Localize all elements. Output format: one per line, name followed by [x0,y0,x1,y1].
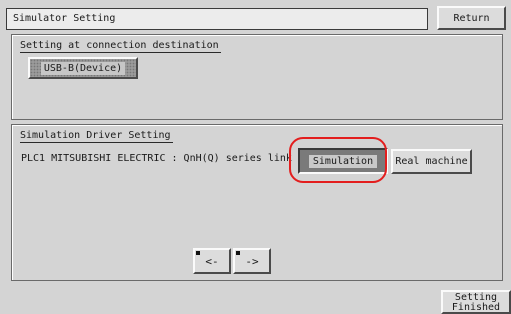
previous-page-button[interactable]: <- [193,248,231,274]
next-arrow-icon: -> [245,254,259,268]
connection-panel-title: Setting at connection destination [20,40,221,53]
simulation-button-label: Simulation [308,154,378,168]
return-button[interactable]: Return [437,6,506,30]
title-bar: Simulator Setting [6,8,428,30]
simulation-button[interactable]: Simulation [298,148,388,174]
previous-arrow-icon: <- [205,254,219,268]
real-machine-button[interactable]: Real machine [391,149,472,174]
usb-device-button[interactable]: USB-B(Device) [28,57,138,79]
usb-device-label: USB-B(Device) [40,61,126,75]
connection-panel: Setting at connection destination USB-B(… [11,34,503,120]
simulation-panel: Simulation Driver Setting PLC1 MITSUBISH… [11,124,503,281]
real-machine-button-label: Real machine [395,156,468,167]
simulation-panel-title: Simulation Driver Setting [20,130,173,143]
return-button-label: Return [453,12,490,24]
setting-finished-button[interactable]: Setting Finished [441,290,511,314]
page-title: Simulator Setting [13,13,116,24]
next-page-button[interactable]: -> [233,248,271,274]
plc-driver-line: PLC1 MITSUBISHI ELECTRIC : QnH(Q) series… [21,153,292,164]
